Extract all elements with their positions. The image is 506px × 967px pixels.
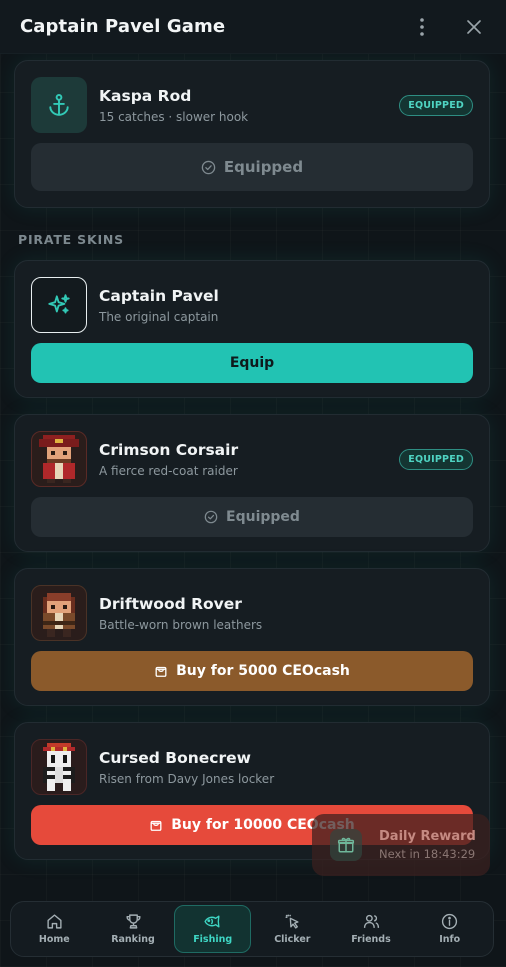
section-title: PIRATE SKINS [18, 232, 124, 247]
equipped-label: Equipped [226, 509, 300, 525]
skin-name: Captain Pavel [99, 286, 219, 305]
sparkles-icon [31, 277, 87, 333]
nav-item-fishing[interactable]: Fishing [174, 905, 252, 953]
nav-item-info[interactable]: Info [412, 905, 487, 953]
equip-label: Equip [229, 355, 275, 371]
home-icon [46, 913, 63, 930]
app-title: Captain Pavel Game [20, 16, 226, 37]
nav-label: Ranking [111, 934, 155, 945]
skin-description: The original captain [99, 309, 219, 324]
skin-card-crimson-corsair: Crimson Corsair A fierce red-coat raider… [14, 414, 490, 552]
nav-item-clicker[interactable]: Clicker [255, 905, 330, 953]
bottom-nav: Home Ranking Fishing Clicker Friends Inf… [10, 901, 494, 957]
close-icon[interactable] [462, 15, 486, 39]
nav-item-home[interactable]: Home [17, 905, 92, 953]
daily-reward-toast[interactable]: Daily Reward Next in 18:43:29 [312, 814, 490, 876]
buy-button-5000[interactable]: Buy for 5000 CEOcash [31, 651, 473, 691]
trophy-icon [125, 913, 142, 930]
more-options-icon[interactable] [410, 15, 434, 39]
driftwood-rover-avatar [31, 585, 87, 641]
equipped-badge: EQUIPPED [399, 94, 473, 116]
equipped-button[interactable]: Equipped [31, 497, 473, 537]
equipped-badge: EQUIPPED [399, 448, 473, 470]
nav-item-ranking[interactable]: Ranking [96, 905, 171, 953]
app-header: Captain Pavel Game [0, 0, 506, 54]
check-circle-icon [201, 160, 216, 175]
pointer-icon [284, 913, 301, 930]
nav-label: Info [439, 934, 461, 945]
shopping-bag-icon [149, 818, 163, 832]
rod-card: Kaspa Rod 15 catches · slower hook EQUIP… [14, 60, 490, 208]
check-circle-icon [204, 510, 218, 524]
crimson-corsair-avatar [31, 431, 87, 487]
daily-reward-title: Daily Reward [379, 829, 476, 844]
daily-reward-countdown: Next in 18:43:29 [379, 847, 476, 861]
nav-label: Friends [351, 934, 391, 945]
nav-label: Clicker [274, 934, 311, 945]
skin-description: Battle-worn brown leathers [99, 617, 263, 632]
fish-icon [203, 913, 222, 930]
skin-name: Driftwood Rover [99, 594, 242, 613]
info-icon [441, 913, 458, 930]
gift-icon [330, 829, 362, 861]
users-icon [363, 913, 380, 930]
equip-button[interactable]: Equip [31, 343, 473, 383]
rod-name: Kaspa Rod [99, 86, 192, 105]
cursed-bonecrew-avatar [31, 739, 87, 795]
skin-card-driftwood-rover: Driftwood Rover Battle-worn brown leathe… [14, 568, 490, 706]
skin-description: A fierce red-coat raider [99, 463, 238, 478]
nav-label: Home [38, 934, 70, 945]
shopping-bag-icon [154, 664, 168, 678]
skin-card-captain-pavel: Captain Pavel The original captain Equip [14, 260, 490, 398]
rod-description: 15 catches · slower hook [99, 109, 249, 124]
skin-name: Crimson Corsair [99, 440, 239, 459]
skin-description: Risen from Davy Jones locker [99, 771, 275, 786]
nav-item-friends[interactable]: Friends [334, 905, 409, 953]
nav-label: Fishing [193, 934, 233, 945]
rod-equipped-button[interactable]: Equipped [31, 143, 473, 191]
buy-label: Buy for 5000 CEOcash [176, 663, 350, 679]
rod-action-label: Equipped [223, 158, 304, 176]
skin-name: Cursed Bonecrew [99, 748, 251, 767]
anchor-icon [31, 77, 87, 133]
